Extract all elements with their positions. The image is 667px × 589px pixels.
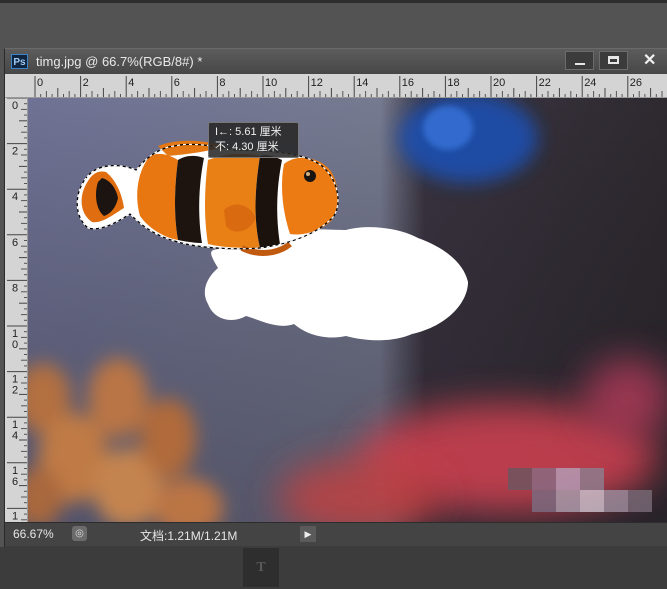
- ruler-label: 8: [219, 77, 225, 89]
- ruler-label: 26: [630, 77, 642, 89]
- ruler-label: 4: [12, 430, 18, 442]
- document-window: Ps timg.jpg @ 66.7%(RGB/8#) * ✕ 0 2 4 6 8 10 1…: [4, 48, 667, 549]
- play-icon[interactable]: ▶: [300, 526, 316, 542]
- photoshop-workspace: Ps timg.jpg @ 66.7%(RGB/8#) * ✕ 0 2 4 6 8 10 1…: [0, 0, 667, 589]
- measure-height: 不: 4.30 厘米: [215, 141, 279, 153]
- ruler-label: 10: [265, 77, 277, 89]
- ruler-label: 2: [12, 146, 18, 158]
- ruler-label: 0: [12, 100, 18, 112]
- type-tool-icon[interactable]: T: [243, 548, 279, 587]
- ruler-label: 4: [128, 77, 134, 89]
- ruler-label: 2: [83, 77, 89, 89]
- ruler-label: 0: [12, 339, 18, 351]
- ruler-label: 6: [174, 77, 180, 89]
- measure-width: I←: 5.61 厘米: [215, 126, 282, 138]
- bottom-panel: [0, 547, 667, 589]
- ruler-label: 2: [12, 385, 18, 397]
- zoom-level[interactable]: 66.67%: [13, 527, 54, 541]
- status-icon[interactable]: ◎: [72, 526, 87, 541]
- ruler-label: 24: [584, 77, 596, 89]
- maximize-button[interactable]: [599, 51, 628, 70]
- ruler-label: 1: [12, 510, 18, 522]
- image-canvas[interactable]: I←: 5.61 厘米 不: 4.30 厘米: [28, 98, 667, 522]
- ruler-label: 12: [311, 77, 323, 89]
- maximize-icon: [608, 56, 619, 64]
- horizontal-ruler[interactable]: 0 2 4 6 8 10 12 14 16 18 20 22 24 26: [5, 74, 667, 98]
- ruler-label: 18: [447, 77, 459, 89]
- ruler-label: 14: [356, 77, 368, 89]
- document-title-bar[interactable]: Ps timg.jpg @ 66.7%(RGB/8#) * ✕: [5, 49, 667, 74]
- status-bar: 66.67% ◎ 文档:1.21M/1.21M ▶: [5, 522, 667, 546]
- ruler-label: 6: [12, 237, 18, 249]
- ruler-label: 4: [12, 191, 18, 203]
- ruler-label: 20: [493, 77, 505, 89]
- close-icon: ✕: [643, 52, 657, 69]
- vertical-ruler[interactable]: 02468101214161: [5, 98, 28, 522]
- top-strip: [0, 0, 667, 3]
- close-button[interactable]: ✕: [633, 51, 662, 70]
- measure-tooltip: I←: 5.61 厘米 不: 4.30 厘米: [208, 122, 299, 158]
- minimize-button[interactable]: [565, 51, 594, 70]
- ruler-label: 6: [12, 476, 18, 488]
- document-title: timg.jpg @ 66.7%(RGB/8#) *: [36, 54, 203, 69]
- ruler-label: 8: [12, 282, 18, 294]
- photoshop-app-icon: Ps: [11, 54, 28, 69]
- minimize-icon: [575, 63, 585, 65]
- ruler-label: 0: [37, 77, 43, 89]
- ruler-label: 22: [539, 77, 551, 89]
- document-size-info: 文档:1.21M/1.21M: [140, 529, 238, 543]
- ruler-label: 16: [402, 77, 414, 89]
